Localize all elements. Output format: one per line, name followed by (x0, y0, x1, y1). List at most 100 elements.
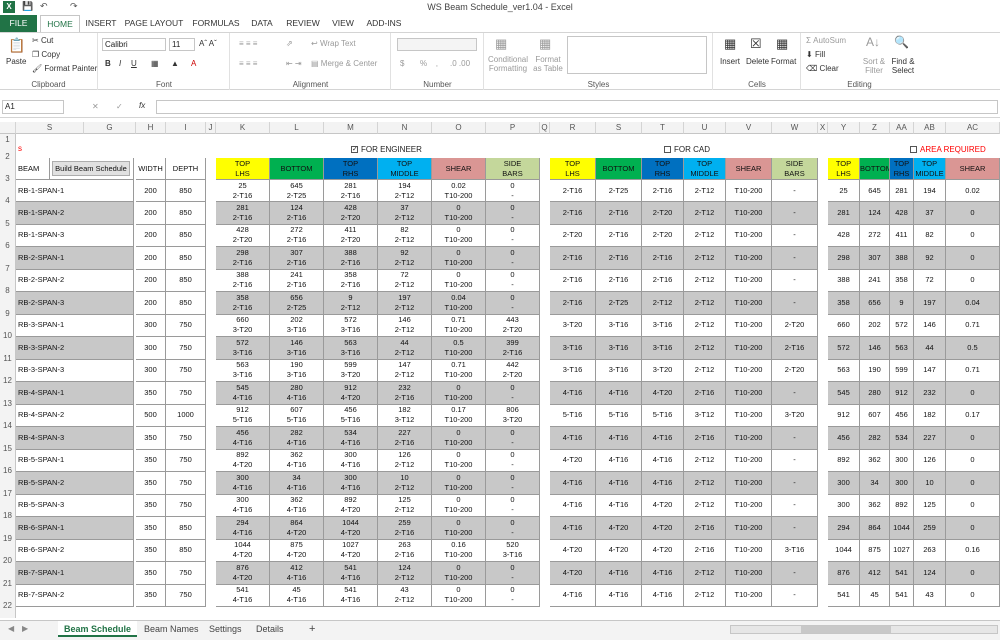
insert-cells-icon[interactable]: ▦ (724, 36, 736, 52)
cad-header-cell[interactable]: SIDE BARS (772, 158, 818, 180)
cad-cell[interactable]: T10-200 (726, 337, 772, 360)
merge-center-button[interactable]: ▤ Merge & Center (311, 59, 377, 68)
cad-cell[interactable]: T10-200 (726, 539, 772, 562)
area-cell[interactable]: 43 (914, 584, 946, 607)
area-cell[interactable]: 0 (946, 224, 1000, 247)
italic-button[interactable]: I (119, 59, 121, 68)
engineer-cell[interactable]: 0 T10-200 (432, 247, 486, 270)
engineer-header-cell[interactable]: TOP LHS (216, 158, 270, 180)
engineer-cell[interactable]: 0.16 T10-200 (432, 539, 486, 562)
width-cell[interactable]: 350 (136, 382, 166, 405)
column-header[interactable]: X (818, 122, 828, 134)
row-header[interactable]: 18 (0, 505, 16, 528)
area-cell[interactable]: 263 (914, 539, 946, 562)
engineer-cell[interactable]: 0 T10-200 (432, 472, 486, 495)
width-header[interactable]: WIDTH (136, 158, 166, 180)
width-cell[interactable]: 200 (136, 269, 166, 292)
area-cell[interactable]: 0 (946, 562, 1000, 585)
area-cell[interactable]: 388 (828, 269, 860, 292)
cad-header-cell[interactable]: TOP LHS (550, 158, 596, 180)
cad-cell[interactable]: 4-T16 (550, 584, 596, 607)
area-cell[interactable]: 563 (828, 359, 860, 382)
beam-name-cell[interactable]: RB-1-SPAN-2 (16, 202, 134, 225)
cad-header-cell[interactable]: SHEAR (726, 158, 772, 180)
area-cell[interactable]: 1044 (890, 517, 914, 540)
area-cell[interactable]: 358 (890, 269, 914, 292)
cad-cell[interactable]: 2-T16 (772, 337, 818, 360)
area-cell[interactable]: 0.71 (946, 314, 1000, 337)
area-cell[interactable]: 0 (946, 382, 1000, 405)
area-cell[interactable]: 272 (860, 224, 890, 247)
cad-cell[interactable]: 2-T12 (684, 472, 726, 495)
area-cell[interactable]: 232 (914, 382, 946, 405)
row-header[interactable]: 4 (0, 190, 16, 213)
area-cell[interactable]: 660 (828, 314, 860, 337)
cad-cell[interactable]: 2-T20 (642, 224, 684, 247)
area-cell[interactable]: 194 (914, 180, 946, 202)
beam-name-cell[interactable]: RB-2-SPAN-3 (16, 292, 134, 315)
cad-cell[interactable]: T10-200 (726, 359, 772, 382)
sheet-tab-settings[interactable]: Settings (203, 621, 248, 637)
cad-cell[interactable]: 4-T20 (596, 539, 642, 562)
currency-button[interactable]: $ (400, 59, 404, 68)
cad-cell[interactable]: T10-200 (726, 314, 772, 337)
row-header[interactable]: 19 (0, 527, 16, 550)
cad-cell[interactable]: 4-T16 (642, 472, 684, 495)
column-header[interactable]: AC (946, 122, 1000, 134)
area-cell[interactable]: 645 (860, 180, 890, 202)
sheet-tab-beam-schedule[interactable]: Beam Schedule (58, 621, 138, 637)
column-header[interactable]: M (324, 122, 378, 134)
area-header-cell[interactable]: TOP LHS (828, 158, 860, 180)
engineer-cell[interactable]: 72 2-T12 (378, 269, 432, 292)
area-cell[interactable]: 125 (914, 494, 946, 517)
cad-cell[interactable]: T10-200 (726, 562, 772, 585)
cad-cell[interactable]: 2-T25 (596, 180, 642, 202)
area-cell[interactable]: 0 (946, 472, 1000, 495)
select-all-corner[interactable] (0, 122, 16, 134)
engineer-cell[interactable]: 9 2-T12 (324, 292, 378, 315)
area-cell[interactable]: 182 (914, 404, 946, 427)
font-name-select[interactable]: Calibri (102, 38, 166, 51)
engineer-cell[interactable]: 362 4-T16 (270, 494, 324, 517)
cad-header-cell[interactable]: TOP RHS (642, 158, 684, 180)
engineer-cell[interactable]: 541 4-T16 (216, 584, 270, 607)
depth-cell[interactable]: 850 (166, 517, 206, 540)
cad-cell[interactable]: 4-T20 (596, 517, 642, 540)
engineer-cell[interactable]: 227 2-T16 (378, 427, 432, 450)
engineer-cell[interactable]: 0.71 T10-200 (432, 314, 486, 337)
engineer-cell[interactable]: 563 3-T16 (324, 337, 378, 360)
cad-cell[interactable]: 3-T16 (550, 359, 596, 382)
conditional-formatting-icon[interactable]: ▦ (495, 36, 507, 52)
beam-name-cell[interactable]: RB-6-SPAN-2 (16, 539, 134, 562)
area-cell[interactable]: 0 (946, 247, 1000, 270)
cad-cell[interactable]: 4-T20 (642, 494, 684, 517)
beam-name-cell[interactable]: RB-1-SPAN-3 (16, 224, 134, 247)
cad-cell[interactable]: 4-T16 (596, 449, 642, 472)
depth-cell[interactable]: 750 (166, 427, 206, 450)
cad-cell[interactable]: 2-T16 (684, 539, 726, 562)
row-header[interactable]: 15 (0, 437, 16, 460)
engineer-cell[interactable]: 126 2-T12 (378, 449, 432, 472)
width-cell[interactable]: 300 (136, 359, 166, 382)
width-cell[interactable]: 500 (136, 404, 166, 427)
cell-styles-gallery[interactable] (567, 36, 707, 74)
engineer-cell[interactable]: 1044 4-T20 (324, 517, 378, 540)
depth-cell[interactable]: 850 (166, 292, 206, 315)
cad-cell[interactable]: 2-T16 (684, 382, 726, 405)
cad-cell[interactable]: 3-T16 (596, 359, 642, 382)
area-cell[interactable]: 281 (828, 202, 860, 225)
column-header[interactable]: I (166, 122, 206, 134)
delete-button[interactable]: Delete (746, 57, 769, 66)
engineer-cell[interactable]: 0 T10-200 (432, 449, 486, 472)
decimal-icon[interactable]: .0 .00 (450, 59, 470, 68)
column-header[interactable]: S (596, 122, 642, 134)
cad-cell[interactable]: T10-200 (726, 494, 772, 517)
row-header[interactable]: 12 (0, 370, 16, 393)
area-cell[interactable]: 197 (914, 292, 946, 315)
area-cell[interactable]: 307 (860, 247, 890, 270)
engineer-cell[interactable]: 1044 4-T20 (216, 539, 270, 562)
cad-cell[interactable]: 4-T16 (550, 472, 596, 495)
for-cad-checkbox[interactable]: FOR CAD (664, 145, 710, 154)
format-cells-icon[interactable]: ▦ (776, 36, 788, 52)
engineer-cell[interactable]: 43 2-T12 (378, 584, 432, 607)
